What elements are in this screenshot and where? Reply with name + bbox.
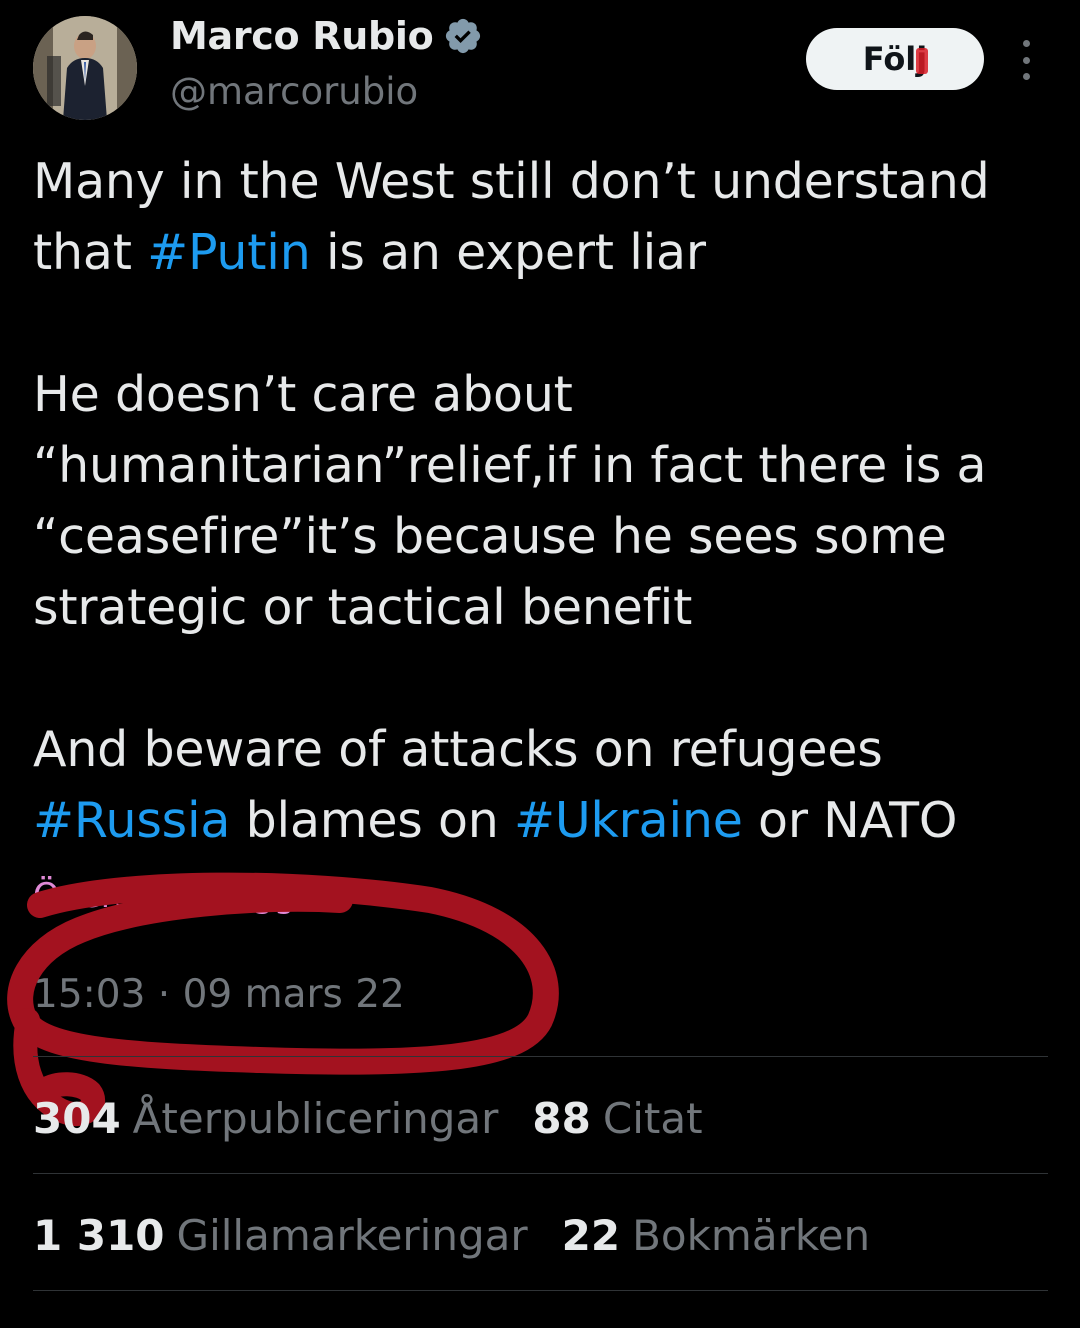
- reposts-label: Återpubliceringar: [132, 1094, 499, 1143]
- stats-row-likes: 1 310 Gillamarkeringar 22 Bokmärken: [33, 1211, 904, 1260]
- quotes-stat[interactable]: 88 Citat: [532, 1094, 702, 1143]
- more-dot: [1022, 73, 1030, 80]
- red-annotation-mark: [916, 48, 928, 74]
- tweet: Marco Rubio @marcorubio Följ Many in the…: [0, 0, 1080, 1328]
- timestamp[interactable]: 15:03 · 09 mars 22: [33, 972, 405, 1017]
- author-name-row[interactable]: Marco Rubio: [170, 14, 483, 58]
- divider: [33, 1056, 1048, 1057]
- more-vertical-icon[interactable]: [1016, 40, 1036, 80]
- likes-label: Gillamarkeringar: [176, 1211, 528, 1260]
- text-line: “humanitarian”relief,if in fact there is…: [33, 437, 987, 494]
- bookmarks-stat[interactable]: 22 Bokmärken: [562, 1211, 871, 1260]
- verified-badge-icon: [446, 18, 481, 54]
- more-dot: [1022, 40, 1030, 47]
- translate-post-link[interactable]: Översätt inlägget: [33, 876, 330, 916]
- bookmarks-label: Bokmärken: [632, 1211, 871, 1260]
- likes-stat[interactable]: 1 310 Gillamarkeringar: [33, 1211, 528, 1260]
- divider: [33, 1290, 1048, 1291]
- quotes-count: 88: [532, 1094, 591, 1143]
- bookmarks-count: 22: [561, 1211, 621, 1260]
- avatar[interactable]: [33, 16, 137, 120]
- text-line: He doesn’t care about: [33, 366, 573, 423]
- text-span: or NATO: [742, 792, 958, 849]
- author-handle[interactable]: @marcorubio: [170, 70, 418, 113]
- author-name[interactable]: Marco Rubio: [170, 14, 434, 58]
- text-span: that: [33, 224, 148, 281]
- likes-count: 1 310: [33, 1211, 165, 1260]
- hashtag-putin[interactable]: #Putin: [147, 224, 311, 281]
- hashtag-russia[interactable]: #Russia: [33, 792, 230, 849]
- divider: [33, 1173, 1048, 1174]
- text-line: “ceasefire”it’s because he sees some: [33, 508, 947, 565]
- reposts-stat[interactable]: 304 Återpubliceringar: [33, 1094, 498, 1143]
- avatar-photo: [33, 16, 137, 120]
- text-line: strategic or tactical benefit: [33, 579, 693, 636]
- text-line: that #Putin is an expert liar: [33, 217, 1053, 288]
- stats-row-reposts: 304 Återpubliceringar 88 Citat: [33, 1094, 737, 1143]
- text-span: is an expert liar: [310, 224, 706, 281]
- reposts-count: 304: [33, 1094, 121, 1143]
- hashtag-ukraine[interactable]: #Ukraine: [514, 792, 743, 849]
- tweet-text: Many in the West still don’t understand …: [33, 146, 1053, 856]
- text-span: blames on: [230, 792, 514, 849]
- follow-button[interactable]: Följ: [806, 28, 984, 90]
- text-line: Many in the West still don’t understand: [33, 153, 990, 210]
- quotes-label: Citat: [602, 1094, 703, 1143]
- text-line: And beware of attacks on refugees: [33, 721, 883, 778]
- text-line: #Russia blames on #Ukraine or NATO: [33, 785, 1053, 856]
- more-dot: [1022, 56, 1030, 64]
